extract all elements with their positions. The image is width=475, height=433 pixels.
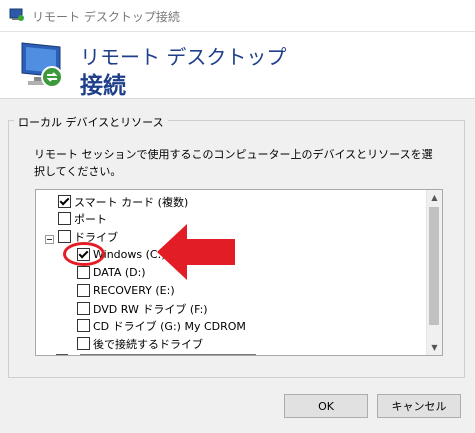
group-title: ローカル デバイスとリソース — [14, 114, 168, 130]
tree-item-label: CD ドライブ (G:) My CDROM — [93, 319, 246, 333]
vertical-scrollbar[interactable]: ▲ ▼ — [426, 190, 442, 355]
tree-item-data-d[interactable]: DATA (D:) — [77, 264, 146, 281]
collapse-icon[interactable] — [45, 235, 54, 244]
dialog-header: リモート デスクトップ 接続 — [0, 32, 475, 99]
remote-desktop-monitor-icon — [21, 42, 63, 88]
checkbox[interactable] — [58, 195, 71, 208]
window-title: リモート デスクトップ接続 — [32, 10, 180, 24]
tree-item-label: DATA (D:) — [93, 266, 146, 279]
header-title-line2: 接続 — [80, 73, 126, 99]
annotation-red-circle — [63, 242, 105, 266]
tree-item-label: ポート — [74, 212, 107, 226]
remote-desktop-app-icon — [9, 8, 24, 21]
cancel-button[interactable]: キャンセル — [377, 394, 461, 418]
checkbox[interactable] — [58, 212, 71, 225]
ok-button[interactable]: OK — [284, 394, 368, 418]
tree-item-smartcard[interactable]: スマート カード (複数) — [58, 193, 188, 210]
checkbox[interactable] — [77, 266, 90, 279]
checkbox[interactable] — [77, 319, 90, 332]
scroll-up-icon[interactable]: ▲ — [427, 190, 442, 205]
tree-item-later-drives[interactable]: 後で接続するドライブ — [77, 335, 203, 352]
tree-item-label: RECOVERY (E:) — [93, 284, 175, 297]
partially-visible-row — [56, 354, 406, 355]
tree-item-label: スマート カード (複数) — [74, 195, 189, 209]
tree-item-label: DVD RW ドライブ (F:) — [93, 302, 208, 316]
checkbox[interactable] — [77, 302, 90, 315]
tree-item-ports[interactable]: ポート — [58, 210, 107, 227]
tree-item-label: 後で接続するドライブ — [93, 337, 203, 351]
title-bar: リモート デスクトップ接続 — [0, 0, 475, 32]
group-description: リモート セッションで使用するこのコンピューター上のデバイスとリソースを選択して… — [34, 148, 433, 178]
checkbox[interactable] — [77, 337, 90, 350]
annotation-red-arrow-icon — [157, 224, 235, 280]
scroll-down-icon[interactable]: ▼ — [427, 340, 442, 355]
tree-item-cd-g[interactable]: CD ドライブ (G:) My CDROM — [77, 317, 246, 334]
checkbox[interactable] — [77, 284, 90, 297]
checkbox[interactable] — [58, 230, 71, 243]
device-tree[interactable]: スマート カード (複数) ポート ドライブ Windows (C:) DATA… — [35, 189, 443, 356]
scrollbar-thumb[interactable] — [429, 207, 439, 325]
tree-item-dvd-f[interactable]: DVD RW ドライブ (F:) — [77, 300, 208, 317]
tree-item-recovery-e[interactable]: RECOVERY (E:) — [77, 282, 175, 299]
